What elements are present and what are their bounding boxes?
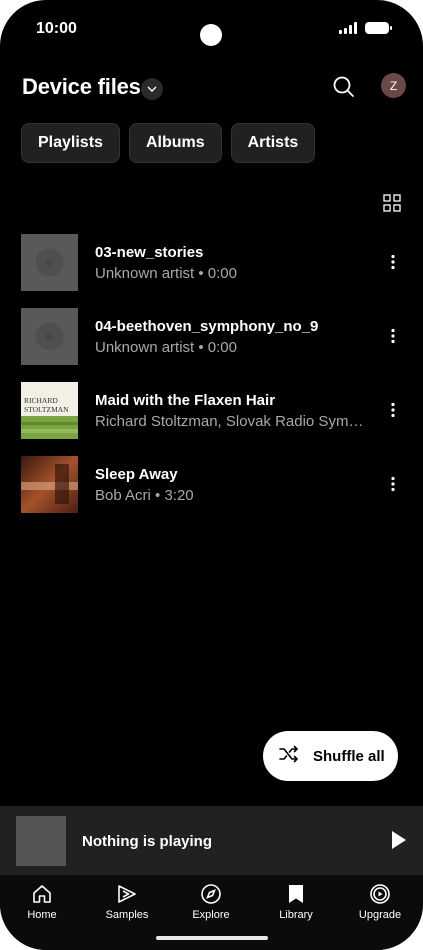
track-subtitle: Bob Acri • 3:20 (95, 487, 194, 504)
grid-view-icon[interactable] (383, 194, 401, 212)
track-title: Maid with the Flaxen Hair (95, 392, 276, 409)
front-camera (200, 24, 222, 46)
status-bar: 10:00 (0, 0, 423, 60)
nav-library[interactable]: Library (261, 883, 331, 927)
album-art-text: STOLTZMAN (24, 405, 69, 414)
header: Device files Z (0, 68, 423, 112)
status-icons (339, 22, 392, 34)
shuffle-all-button[interactable]: Shuffle all (263, 731, 398, 781)
list-item[interactable]: 03-new_stories Unknown artist • 0:00 (0, 233, 423, 293)
status-time: 10:00 (36, 20, 77, 37)
nav-home-label: Home (27, 909, 57, 921)
track-thumbnail (21, 308, 78, 365)
library-icon (289, 885, 303, 903)
nav-home[interactable]: Home (7, 883, 77, 927)
page-title: Device files (22, 74, 141, 99)
compass-icon (201, 884, 221, 904)
chip-albums[interactable]: Albums (128, 123, 222, 163)
album-art-text: RICHARD (24, 396, 58, 405)
chip-playlists[interactable]: Playlists (21, 123, 120, 163)
play-icon[interactable] (386, 828, 410, 852)
list-item[interactable]: 04-beethoven_symphony_no_9 Unknown artis… (0, 307, 423, 367)
shuffle-label: Shuffle all (313, 747, 385, 765)
more-options-icon[interactable] (384, 401, 402, 419)
shuffle-icon (277, 742, 301, 771)
chip-artists[interactable]: Artists (230, 123, 316, 163)
track-subtitle: Unknown artist • 0:00 (95, 265, 237, 282)
track-title: 03-new_stories (95, 244, 204, 261)
battery-icon (365, 22, 392, 34)
nav-samples[interactable]: Samples (92, 883, 162, 927)
mini-player-thumbnail (16, 816, 66, 866)
app-screen: 10:00 Device files Z Playlists Albums Ar… (0, 0, 423, 950)
more-options-icon[interactable] (384, 475, 402, 493)
search-icon[interactable] (331, 74, 357, 100)
nav-library-label: Library (279, 909, 313, 921)
avatar[interactable]: Z (381, 73, 406, 98)
signal-icon (339, 22, 357, 34)
album-art-piano (21, 456, 78, 513)
track-subtitle: Richard Stoltzman, Slovak Radio Sympho… (95, 413, 370, 430)
now-playing-text: Nothing is playing (82, 833, 212, 850)
home-indicator (156, 936, 268, 940)
nav-samples-label: Samples (105, 909, 149, 921)
mini-player[interactable]: Nothing is playing (0, 806, 423, 875)
list-item[interactable]: Sleep Away Bob Acri • 3:20 (0, 455, 423, 515)
filter-chips: Playlists Albums Artists (21, 123, 316, 163)
home-icon (33, 885, 51, 903)
nav-upgrade-label: Upgrade (358, 909, 402, 921)
track-subtitle: Unknown artist • 0:00 (95, 339, 237, 356)
album-art-stoltzman: RICHARD STOLTZMAN (21, 382, 78, 439)
nav-upgrade[interactable]: Upgrade (345, 883, 415, 927)
more-options-icon[interactable] (384, 327, 402, 345)
samples-icon (118, 885, 136, 903)
track-thumbnail (21, 234, 78, 291)
more-options-icon[interactable] (384, 253, 402, 271)
nav-explore-label: Explore (192, 909, 230, 921)
chevron-down-icon[interactable] (141, 78, 163, 100)
track-title: Sleep Away (95, 466, 178, 483)
upgrade-icon (370, 884, 390, 904)
track-title: 04-beethoven_symphony_no_9 (95, 318, 319, 335)
nav-explore[interactable]: Explore (176, 883, 246, 927)
list-item[interactable]: RICHARD STOLTZMAN Maid with the Flaxen H… (0, 381, 423, 441)
